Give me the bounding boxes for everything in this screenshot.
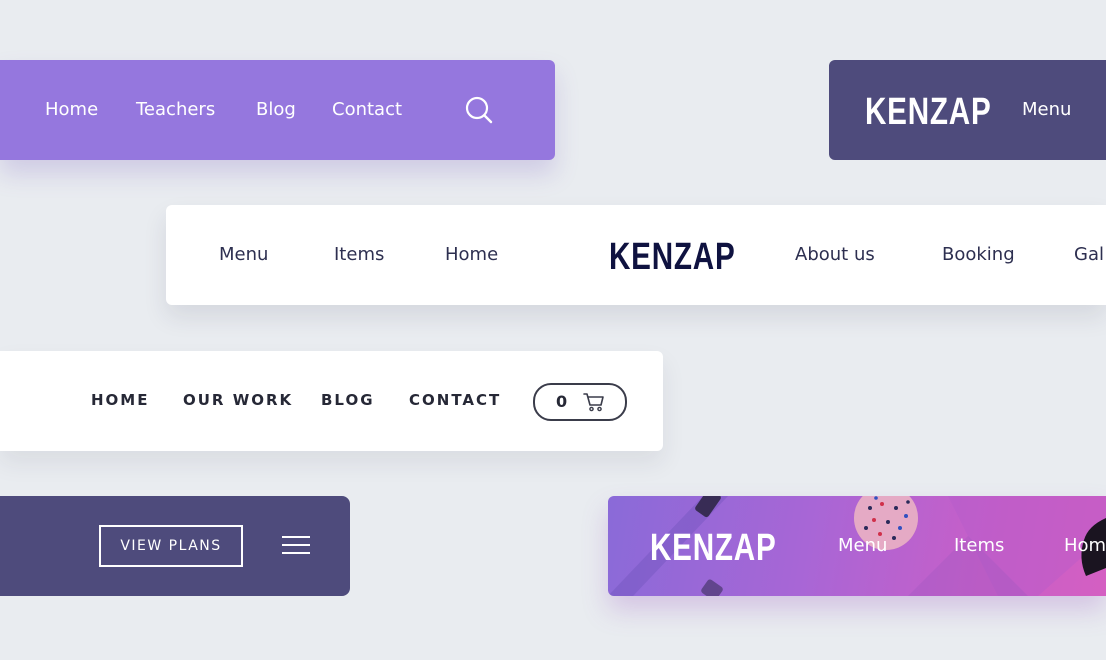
cart-button[interactable]: 0 <box>533 383 627 421</box>
nav-home[interactable]: HOME <box>91 391 149 409</box>
hamburger-menu-icon[interactable] <box>282 534 310 556</box>
dark-button-nav-bar: VIEW PLANS <box>0 496 350 596</box>
view-plans-button[interactable]: VIEW PLANS <box>99 525 243 567</box>
nav-menu[interactable]: Menu <box>838 535 887 556</box>
nav-menu[interactable]: Menu <box>219 244 268 265</box>
nav-contact[interactable]: CONTACT <box>409 391 501 409</box>
white-centered-logo-nav-bar: Menu Items Home KENZAP About us Booking … <box>166 205 1106 305</box>
nav-blog[interactable]: BLOG <box>321 391 375 409</box>
nav-about-us[interactable]: About us <box>795 244 875 265</box>
purple-nav-bar: Home Teachers Blog Contact <box>0 60 555 160</box>
dark-logo-nav-bar: KENZAP Menu <box>829 60 1106 160</box>
nav-booking[interactable]: Booking <box>942 244 1015 265</box>
cart-count: 0 <box>556 392 568 411</box>
search-icon[interactable] <box>464 95 494 125</box>
nav-items[interactable]: Items <box>954 535 1004 556</box>
nav-home[interactable]: Home <box>445 244 498 265</box>
nav-menu[interactable]: Menu <box>1022 99 1071 120</box>
nav-blog[interactable]: Blog <box>256 99 296 120</box>
brand-logo[interactable]: KENZAP <box>650 526 777 570</box>
brand-logo[interactable]: KENZAP <box>865 90 992 134</box>
cart-icon <box>583 393 604 412</box>
nav-contact[interactable]: Contact <box>332 99 402 120</box>
white-uppercase-nav-bar: HOME OUR WORK BLOG CONTACT 0 <box>0 351 663 451</box>
gradient-image-nav-bar: KENZAP Menu Items Hom <box>608 496 1106 596</box>
nav-home[interactable]: Hom <box>1064 535 1106 556</box>
brand-logo[interactable]: KENZAP <box>609 235 736 279</box>
nav-home[interactable]: Home <box>45 99 98 120</box>
nav-gallery[interactable]: Gal <box>1074 244 1104 265</box>
nav-our-work[interactable]: OUR WORK <box>183 391 293 409</box>
nav-teachers[interactable]: Teachers <box>136 99 215 120</box>
nav-items[interactable]: Items <box>334 244 384 265</box>
